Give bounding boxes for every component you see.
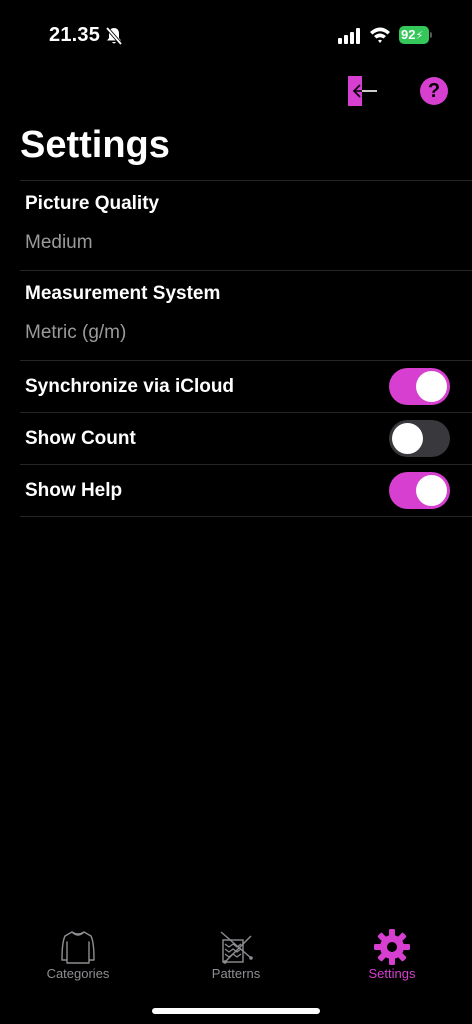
wifi-icon — [370, 27, 390, 43]
sweater-icon — [61, 931, 95, 964]
picture-quality-label: Picture Quality — [25, 193, 160, 214]
tab-label: Patterns — [211, 966, 261, 981]
tab-settings[interactable]: Settings — [332, 926, 452, 990]
status-bar: 21.35 92⚡ — [0, 0, 472, 72]
settings-list: Picture Quality Medium Measurement Syste… — [20, 180, 472, 517]
help-button[interactable]: ? — [420, 77, 448, 105]
icloud-sync-row: Synchronize via iCloud — [20, 361, 472, 412]
show-count-toggle[interactable] — [389, 420, 450, 457]
signal-icon — [338, 28, 360, 44]
tab-label: Settings — [368, 966, 416, 981]
measurement-system-row[interactable]: Measurement System Metric (g/m) — [20, 271, 472, 360]
toggle-knob — [416, 475, 447, 506]
show-count-row: Show Count — [20, 413, 472, 464]
knitting-icon — [220, 931, 253, 964]
charging-bolt-icon: ⚡ — [415, 30, 424, 42]
battery-indicator: 92⚡ — [399, 26, 432, 44]
show-help-label: Show Help — [25, 480, 123, 501]
toggle-knob — [416, 371, 447, 402]
battery-cap — [430, 32, 432, 38]
icloud-sync-toggle[interactable] — [389, 368, 450, 405]
home-indicator — [152, 1008, 320, 1014]
gear-icon — [374, 929, 410, 965]
show-help-toggle[interactable] — [389, 472, 450, 509]
picture-quality-row[interactable]: Picture Quality Medium — [20, 181, 472, 270]
tab-patterns[interactable]: Patterns — [176, 926, 296, 990]
tab-categories[interactable]: Categories — [18, 926, 138, 990]
tab-label: Categories — [46, 966, 110, 981]
picture-quality-value: Medium — [25, 232, 93, 253]
toggle-knob — [392, 423, 423, 454]
divider — [20, 516, 472, 517]
icloud-sync-label: Synchronize via iCloud — [25, 376, 235, 397]
measurement-system-label: Measurement System — [25, 283, 221, 304]
measurement-system-value: Metric (g/m) — [25, 322, 127, 343]
show-help-row: Show Help — [20, 465, 472, 516]
battery-level: 92⚡ — [399, 26, 429, 44]
page-title: Settings — [20, 124, 170, 166]
show-count-label: Show Count — [25, 428, 136, 449]
status-time: 21.35 — [49, 24, 101, 46]
battery-percent: 92 — [401, 27, 416, 42]
bell-muted-icon — [105, 26, 123, 46]
back-button[interactable] — [348, 76, 378, 106]
